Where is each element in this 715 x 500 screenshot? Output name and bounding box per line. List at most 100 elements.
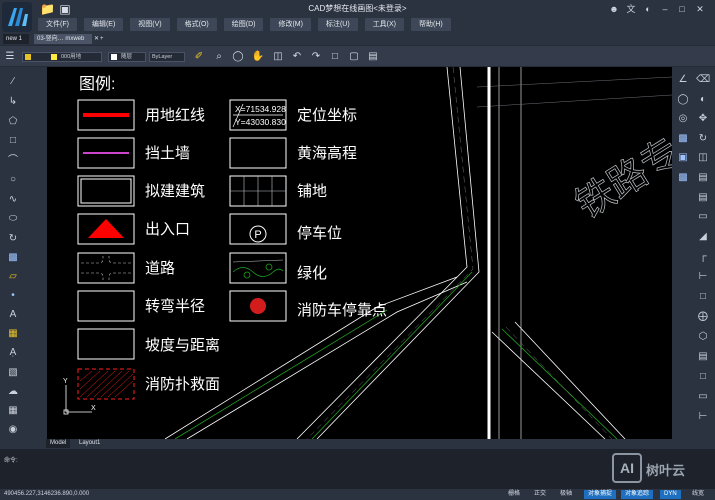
menu-draw[interactable]: 绘图(D) [223, 18, 264, 31]
menu-file[interactable]: 文件(F) [38, 18, 77, 31]
tab-layout1[interactable]: Layout1 [75, 439, 104, 448]
ucs-y-label: Y [63, 378, 68, 385]
linetype-select[interactable]: ByLayer [149, 52, 185, 62]
menu-view[interactable]: 视图(V) [130, 18, 170, 31]
extend-icon[interactable]: ▤ [696, 171, 710, 185]
fillet-icon[interactable]: ┌ [696, 250, 710, 264]
join-icon[interactable]: ▭ [696, 210, 710, 224]
minimize-icon[interactable]: – [659, 3, 671, 15]
legend-label: 道路 [145, 260, 175, 277]
line-tool-icon[interactable]: ∕ [6, 75, 20, 89]
mtext-tool-icon[interactable]: Ạ [6, 346, 20, 360]
otrack-toggle[interactable]: 对象追踪 [621, 490, 654, 499]
hatch-tool-icon[interactable]: ▧ [6, 366, 20, 380]
arc-tool-icon[interactable]: ⌒ [6, 154, 20, 168]
move-icon[interactable]: ✥ [696, 112, 710, 126]
menu-edit[interactable]: 编辑(E) [83, 18, 124, 31]
scale-icon[interactable]: ▣ [676, 151, 690, 165]
lengthen-icon[interactable]: ⊢ [696, 270, 710, 284]
menu-help[interactable]: 帮助(H) [411, 18, 451, 31]
status-bar: 490456.227,3146236.890,0.000 栅格 正交 极轴 对象… [0, 489, 715, 500]
entrance-triangle-symbol [88, 219, 124, 238]
trim-icon[interactable]: ▩ [676, 171, 690, 185]
mirror-icon[interactable]: ◐ [696, 93, 710, 107]
color-select[interactable]: 随层 [108, 52, 146, 62]
cloud-tool-icon[interactable]: ☁ [6, 385, 20, 399]
grid-toggle[interactable]: 栅格 [504, 490, 524, 499]
translate-icon[interactable]: 文 [625, 3, 637, 15]
pedit-icon[interactable]: ▭ [696, 390, 710, 404]
menu-format[interactable]: 格式(O) [176, 18, 217, 31]
command-area[interactable]: 命令: [0, 449, 715, 489]
osnap-toggle[interactable]: 对象捕捉 [584, 490, 617, 499]
make-block-icon[interactable]: ▱ [6, 270, 20, 284]
polyline-tool-icon[interactable]: ↳ [6, 95, 20, 109]
copy-icon[interactable]: ◯ [676, 93, 690, 107]
parking-symbol: P [254, 229, 261, 241]
lineweight-toggle[interactable]: 线宽 [688, 490, 708, 499]
menu-modify[interactable]: 修改(M) [270, 18, 311, 31]
offset-icon[interactable]: ◎ [676, 112, 690, 126]
pan-icon[interactable]: ✋ [251, 50, 265, 64]
ellipse-tool-icon[interactable]: ⬭ [6, 212, 20, 226]
align-icon[interactable]: □ [696, 290, 710, 304]
zoom-window-icon[interactable]: ⌕ [212, 50, 226, 64]
database-icon[interactable]: ▤ [366, 50, 380, 64]
distance-icon[interactable]: ⊢ [696, 410, 710, 424]
legend-label: 绿化 [297, 265, 327, 282]
user-icon[interactable]: ☻ [608, 3, 620, 15]
table-insert-icon[interactable]: ▦ [6, 327, 20, 341]
drawing-canvas[interactable]: 铁路专 图例: 用地红线 挡土墙 拟建建筑 出入口 道路 转弯半径 坡度与距离 … [47, 67, 672, 439]
color-swatch [111, 54, 117, 60]
tab-drawing-file[interactable]: 03-竖向… mxweb [34, 34, 92, 44]
theme-icon[interactable]: ◐ [642, 3, 654, 15]
layer-select[interactable]: 000用地 [22, 52, 102, 62]
rotate-icon[interactable]: ↻ [696, 132, 710, 146]
rectangle-tool-icon[interactable]: □ [6, 134, 20, 148]
polar-toggle[interactable]: 极轴 [556, 490, 576, 499]
stretch-icon[interactable]: ◫ [696, 151, 710, 165]
polygon-tool-icon[interactable]: ⬠ [6, 115, 20, 129]
3d-box-icon[interactable]: ⬡ [696, 330, 710, 344]
tab-model[interactable]: Model [46, 439, 71, 448]
road-symbol [81, 256, 131, 280]
explode-icon[interactable]: ⨁ [696, 310, 710, 324]
properties-panel-icon[interactable]: ▤ [696, 350, 710, 364]
ortho-toggle[interactable]: 正交 [530, 490, 550, 499]
point-tool-icon[interactable]: • [6, 289, 20, 303]
array-icon[interactable]: ▩ [676, 132, 690, 146]
match-properties-icon[interactable]: ✐ [192, 50, 206, 64]
text-tool-icon[interactable]: A [6, 308, 20, 322]
close-icon[interactable]: ✕ [694, 3, 706, 15]
tab-new-1[interactable]: new 1 [3, 34, 29, 44]
select-icon[interactable]: ▢ [347, 50, 361, 64]
layers-icon[interactable]: ☰ [3, 50, 17, 64]
layer-color-swatch [25, 54, 31, 60]
edit-text-icon[interactable]: □ [696, 370, 710, 384]
undo-icon[interactable]: ↶ [290, 50, 304, 64]
menu-bar: 文件(F) 编辑(E) 视图(V) 格式(O) 绘图(D) 修改(M) 标注(U… [38, 18, 451, 32]
properties-icon[interactable]: □ [328, 50, 342, 64]
chamfer-icon[interactable]: ◢ [696, 230, 710, 244]
dyn-toggle[interactable]: DYN [660, 490, 681, 499]
layer-value: 000用地 [61, 54, 82, 60]
linetype-value: ByLayer [152, 54, 173, 60]
maximize-icon[interactable]: □ [676, 3, 688, 15]
erase-icon[interactable]: ⌫ [696, 73, 710, 87]
redraw-icon[interactable]: ◫ [271, 50, 285, 64]
add-tab-icon[interactable]: + [97, 34, 107, 44]
spline-tool-icon[interactable]: ∿ [6, 193, 20, 207]
break-icon[interactable]: ▤ [696, 191, 710, 205]
paving-symbol [230, 176, 286, 206]
menu-dimension[interactable]: 标注(U) [317, 18, 358, 31]
menu-tools[interactable]: 工具(X) [364, 18, 405, 31]
circle-tool-icon[interactable]: ○ [6, 173, 20, 187]
legend-label: 出入口 [145, 221, 190, 238]
table-tool-icon[interactable]: ▦ [6, 404, 20, 418]
ellipse-arc-tool-icon[interactable]: ↻ [6, 232, 20, 246]
redo-icon[interactable]: ↷ [309, 50, 323, 64]
zoom-extents-icon[interactable]: ◯ [231, 50, 245, 64]
insert-block-icon[interactable]: ▩ [6, 251, 20, 265]
measure-angle-icon[interactable]: ∠ [676, 73, 690, 87]
donut-tool-icon[interactable]: ◉ [6, 423, 20, 437]
